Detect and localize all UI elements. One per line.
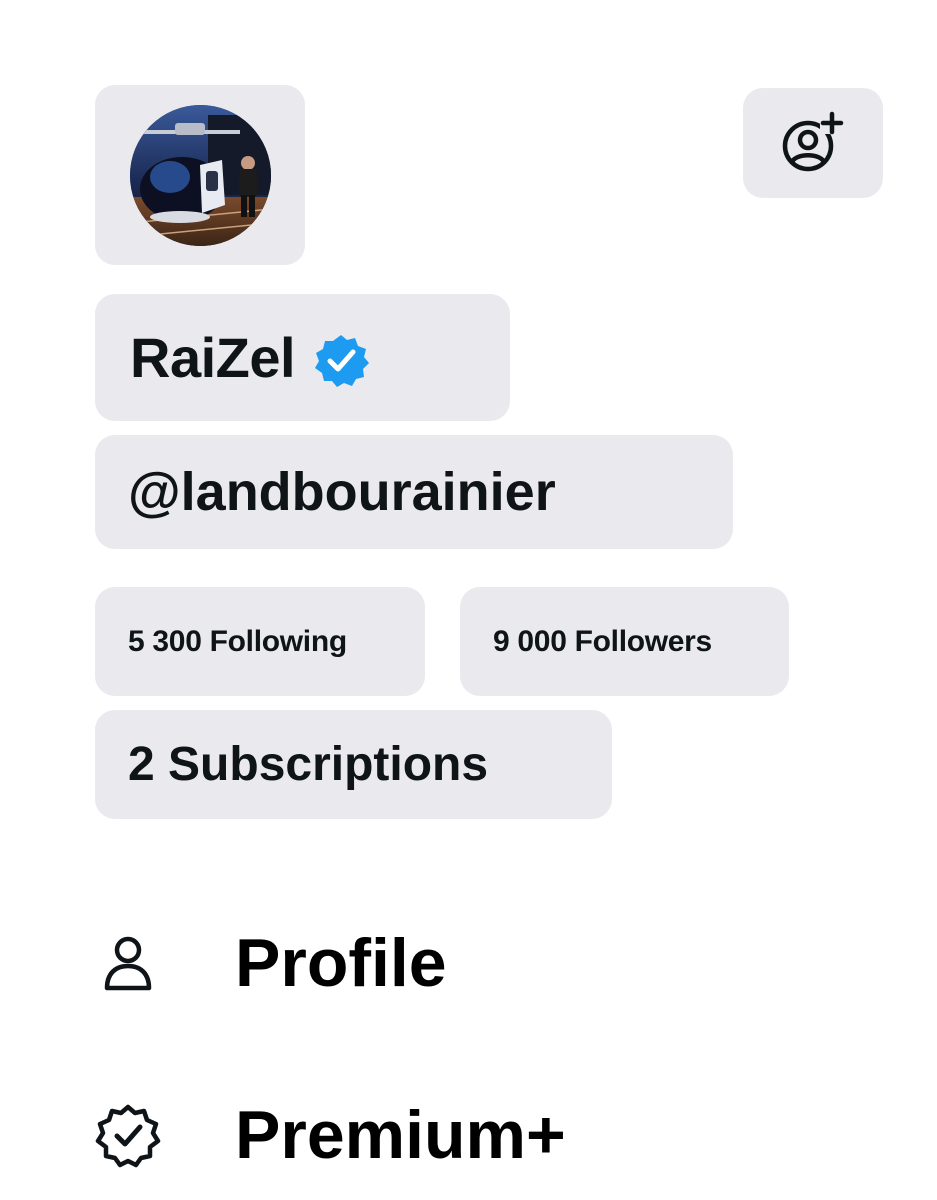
add-account-icon (782, 111, 844, 172)
followers-button[interactable]: 9 000 Followers (460, 587, 789, 696)
handle: @landbourainier (128, 462, 556, 522)
verified-outline-icon (95, 1104, 161, 1168)
verified-badge-icon (315, 334, 370, 387)
menu-item-profile[interactable]: Profile (95, 918, 447, 1008)
avatar-card[interactable] (95, 85, 305, 265)
subscriptions-button[interactable]: 2 Subscriptions (95, 710, 612, 819)
followers-count: 9 000 Followers (493, 624, 712, 658)
display-name-card[interactable]: RaiZel (95, 294, 510, 421)
display-name: RaiZel (130, 326, 296, 389)
following-button[interactable]: 5 300 Following (95, 587, 425, 696)
menu-item-premium[interactable]: Premium+ (95, 1090, 566, 1180)
avatar-image (129, 104, 271, 246)
menu-item-label: Profile (235, 925, 447, 1001)
handle-card[interactable]: @landbourainier (95, 435, 733, 549)
following-count: 5 300 Following (128, 624, 347, 658)
add-account-button[interactable] (743, 88, 883, 198)
avatar[interactable] (129, 104, 271, 246)
menu-item-label: Premium+ (235, 1097, 566, 1173)
person-icon (104, 936, 152, 991)
subscriptions-count: 2 Subscriptions (128, 738, 489, 791)
